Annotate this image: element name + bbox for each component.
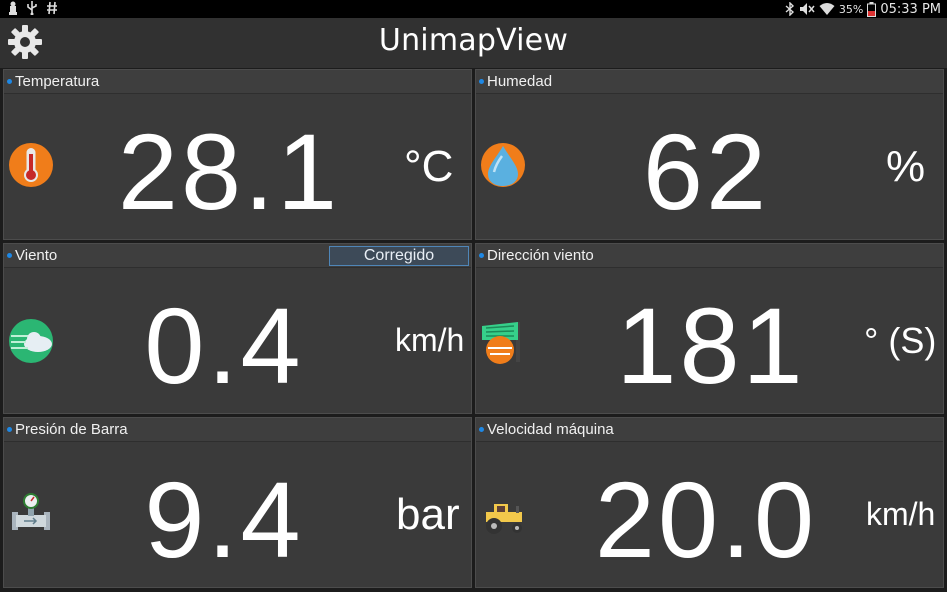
wind-direction-icon <box>482 322 520 364</box>
action-bar: UnimapView <box>0 18 947 68</box>
usb-icon <box>27 1 37 15</box>
status-right-icons: 35% 05:33 PM <box>785 0 941 18</box>
tractor-icon <box>486 504 522 534</box>
thermometer-icon <box>9 143 53 187</box>
chess-icon <box>9 1 17 15</box>
wind-cloud-icon <box>9 319 53 363</box>
panel-header: Presión de Barra <box>4 418 471 442</box>
pressure-gauge-icon <box>12 493 50 530</box>
corregido-badge[interactable]: Corregido <box>329 246 469 266</box>
panel-value: 181 <box>616 285 806 406</box>
panel-value: 62 <box>642 111 770 232</box>
panel-velocidad-maquina[interactable]: Velocidad máquina 20.0 km/h <box>475 417 944 588</box>
panel-label: Velocidad máquina <box>487 421 614 438</box>
panel-unit: km/h <box>866 496 936 532</box>
panel-header: Viento Corregido <box>4 244 471 268</box>
bullet-dot <box>7 79 12 84</box>
panel-label: Temperatura <box>15 73 100 90</box>
status-left-icons <box>8 1 58 15</box>
panel-header: Velocidad máquina <box>476 418 943 442</box>
app-title: UnimapView <box>378 23 569 58</box>
bluetooth-icon <box>785 2 794 16</box>
panel-value: 28.1 <box>117 111 341 232</box>
panel-viento[interactable]: Viento Corregido 0.4 km/h <box>3 243 472 414</box>
panel-unit: % <box>886 142 926 191</box>
panel-temperatura[interactable]: Temperatura 28.1 °C <box>3 69 472 240</box>
bullet-dot <box>7 253 12 258</box>
status-clock: 05:33 PM <box>880 1 941 17</box>
panel-direccion-viento[interactable]: Dirección viento 181 ° (S) <box>475 243 944 414</box>
panel-presion-barra[interactable]: Presión de Barra 9.4 bar <box>3 417 472 588</box>
panel-header: Temperatura <box>4 70 471 94</box>
panel-header: Humedad <box>476 70 943 94</box>
panel-value: 20.0 <box>594 459 818 580</box>
mute-icon <box>799 3 815 15</box>
panel-label: Dirección viento <box>487 247 594 264</box>
wifi-icon <box>819 3 835 15</box>
battery-percent: 35% <box>838 2 864 16</box>
bullet-dot <box>7 427 12 432</box>
panel-unit: °C <box>404 142 454 191</box>
panel-label: Humedad <box>487 73 553 90</box>
panel-label: Viento <box>15 247 58 264</box>
panel-unit: ° (S) <box>864 320 937 361</box>
hash-icon <box>47 1 57 15</box>
bullet-dot <box>479 427 484 432</box>
panel-humedad[interactable]: Humedad 62 % <box>475 69 944 240</box>
panel-value: 0.4 <box>144 285 304 406</box>
status-bar: 35% 05:33 PM <box>0 0 947 18</box>
panel-unit: bar <box>396 490 460 539</box>
battery-icon <box>867 1 877 17</box>
panel-label: Presión de Barra <box>15 421 128 438</box>
bullet-dot <box>479 253 484 258</box>
water-drop-icon <box>481 143 525 187</box>
bullet-dot <box>479 79 484 84</box>
panel-unit: km/h <box>395 322 465 358</box>
panel-value: 9.4 <box>144 459 304 580</box>
panel-header: Dirección viento <box>476 244 943 268</box>
